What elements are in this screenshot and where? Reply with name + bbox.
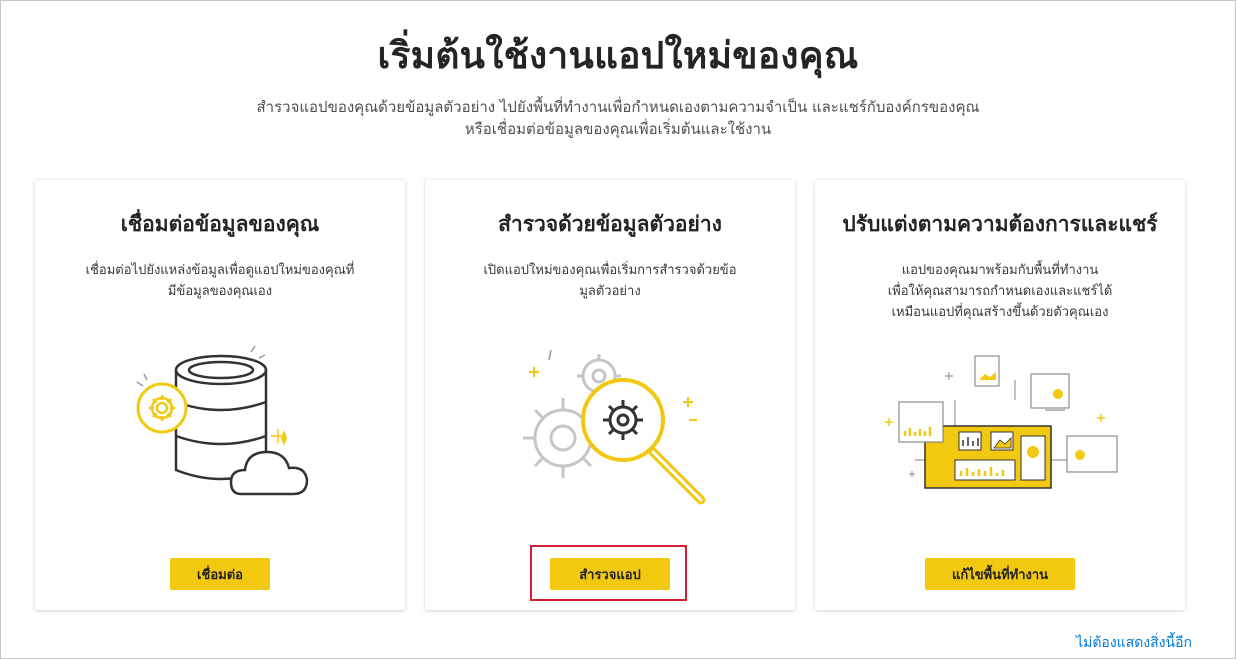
card-desc-line: เพื่อให้คุณสามารถกำหนดเองและแชร์ได้ xyxy=(887,284,1113,299)
connect-data-card: เชื่อมต่อข้อมูลของคุณ เชื่อมต่อไปยังแหล่… xyxy=(35,180,405,610)
card-title: สำรวจด้วยข้อมูลตัวอย่าง xyxy=(498,212,722,236)
card-desc-line: มูลตัวอย่าง xyxy=(579,284,641,299)
dashboard-workspace-icon xyxy=(815,340,1185,520)
dont-show-again-link[interactable]: ไม่ต้องแสดงสิ่งนี้อีก xyxy=(1076,632,1192,654)
gears-magnifier-icon xyxy=(425,340,795,520)
card-desc-line: มีข้อมูลของคุณเอง xyxy=(167,284,273,299)
page-subtitle: สำรวจแอปของคุณด้วยข้อมูลตัวอย่าง ไปยังพื… xyxy=(0,96,1236,140)
customize-share-card: ปรับแต่งตามความต้องการและแชร์ แอปของคุณม… xyxy=(815,180,1185,610)
card-desc-line: เหมือนแอปที่คุณสร้างขึ้นด้วยตัวคุณเอง xyxy=(891,305,1109,320)
page-title: เริ่มต้นใช้งานแอปใหม่ของคุณ xyxy=(377,34,859,77)
card-desc-line: เชื่อมต่อไปยังแหล่งข้อมูลเพื่อดูแอปใหม่ข… xyxy=(85,263,355,278)
subtitle-line-1: สำรวจแอปของคุณด้วยข้อมูลตัวอย่าง ไปยังพื… xyxy=(256,98,980,116)
card-title: เชื่อมต่อข้อมูลของคุณ xyxy=(120,212,320,236)
card-title: ปรับแต่งตามความต้องการและแชร์ xyxy=(842,212,1158,236)
card-description: เชื่อมต่อไปยังแหล่งข้อมูลเพื่อดูแอปใหม่ข… xyxy=(65,260,375,302)
edit-workspace-button[interactable]: แก้ไขพื้นที่ทำงาน xyxy=(925,558,1075,590)
subtitle-line-2: หรือเชื่อมต่อข้อมูลของคุณเพื่อเริ่มต้นแล… xyxy=(464,120,772,138)
explore-button-highlight xyxy=(530,545,687,601)
card-desc-line: เปิดแอปใหม่ของคุณเพื่อเริ่มการสำรวจด้วยข… xyxy=(483,263,737,278)
card-description: เปิดแอปใหม่ของคุณเพื่อเริ่มการสำรวจด้วยข… xyxy=(455,260,765,302)
connect-button[interactable]: เชื่อมต่อ xyxy=(170,558,270,590)
card-desc-line: แอปของคุณมาพร้อมกับพื้นที่ทำงาน xyxy=(901,263,1099,278)
database-cloud-icon xyxy=(35,340,405,520)
card-description: แอปของคุณมาพร้อมกับพื้นที่ทำงาน เพื่อให้… xyxy=(845,260,1155,323)
